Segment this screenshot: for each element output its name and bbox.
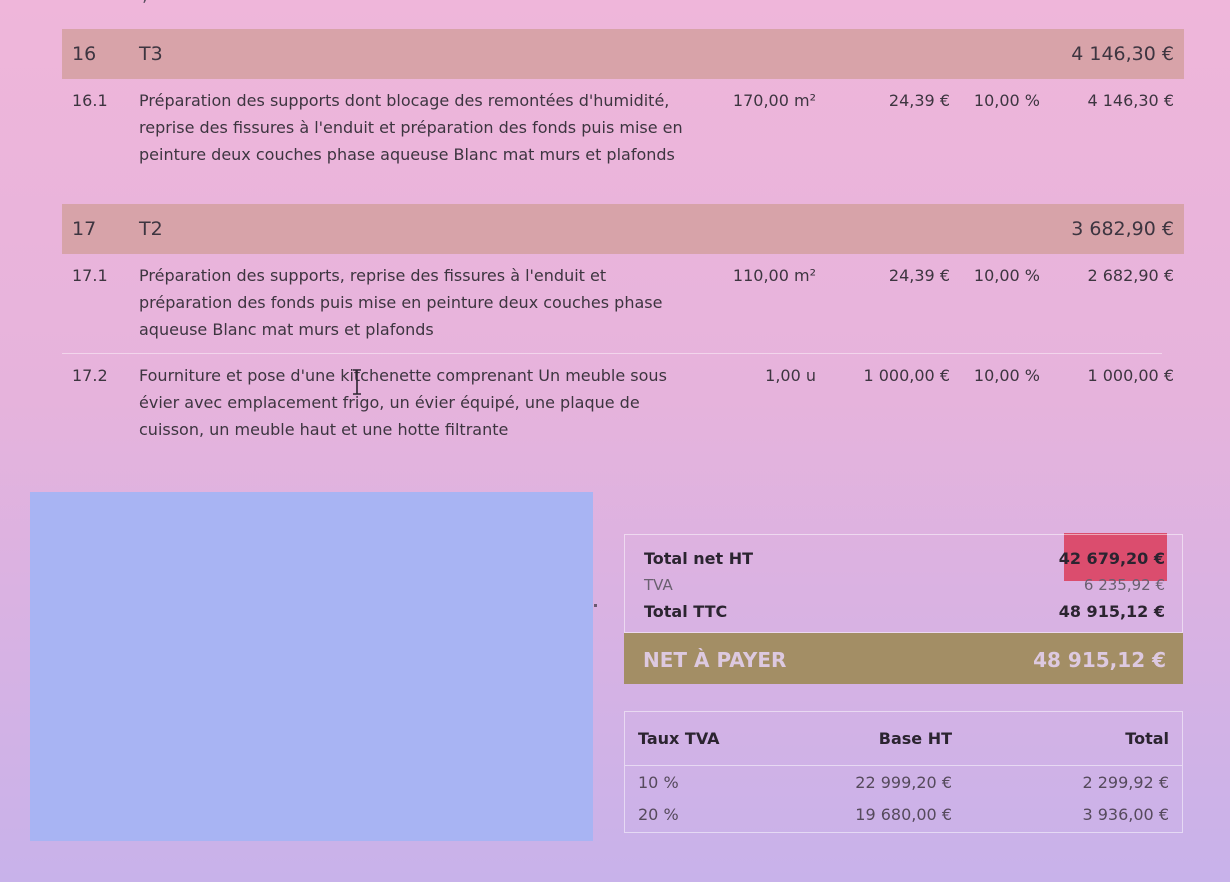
table-cell: 22 999,20 €	[855, 773, 952, 792]
item-number: 16.1	[72, 91, 108, 110]
item-unit-price: 1 000,00 €	[863, 366, 950, 385]
item-quantity: 110,00 m²	[732, 266, 816, 285]
table-cell: 10 %	[638, 773, 679, 792]
total-net-ht-value: 42 679,20 €	[1058, 549, 1165, 568]
vat-breakdown-table: Taux TVA Base HT Total 10 % 22 999,20 € …	[624, 711, 1183, 833]
text-cursor-icon	[353, 369, 361, 395]
table-cell: 20 %	[638, 805, 679, 824]
column-header-base: Base HT	[878, 729, 952, 748]
previous-row-remnant: ‚	[62, 0, 1184, 22]
section-amount: 3 682,90 €	[1071, 218, 1174, 240]
total-ttc-label: Total TTC	[644, 602, 728, 621]
tva-label: TVA	[644, 576, 673, 594]
item-description: Préparation des supports, reprise des fi…	[139, 266, 663, 339]
item-unit-price: 24,39 €	[888, 91, 950, 110]
section-title: T2	[139, 218, 163, 240]
header-divider	[625, 765, 1182, 766]
section-number: 17	[72, 218, 97, 240]
item-vat-rate: 10,00 %	[973, 91, 1040, 110]
table-cell: 19 680,00 €	[855, 805, 952, 824]
item-vat-rate: 10,00 %	[973, 266, 1040, 285]
net-a-payer-bar: NET À PAYER 48 915,12 €	[624, 633, 1183, 684]
totals-summary: Total net HT 42 679,20 € TVA 6 235,92 € …	[624, 534, 1183, 633]
table-cell: 2 299,92 €	[1082, 773, 1169, 792]
item-total: 4 146,30 €	[1087, 91, 1174, 110]
item-total: 2 682,90 €	[1087, 266, 1174, 285]
column-header-total: Total	[1125, 729, 1169, 748]
section-header-17: 17 T2 3 682,90 €	[62, 204, 1184, 254]
table-cell: 3 936,00 €	[1082, 805, 1169, 824]
total-ttc-value: 48 915,12 €	[1058, 602, 1165, 621]
section-title: T3	[139, 43, 163, 65]
item-number: 17.1	[72, 266, 108, 285]
column-header-rate: Taux TVA	[638, 729, 720, 748]
item-number: 17.2	[72, 366, 108, 385]
net-a-payer-label: NET À PAYER	[643, 648, 787, 672]
total-net-ht-label: Total net HT	[644, 549, 754, 568]
item-description: Préparation des supports dont blocage de…	[139, 91, 683, 164]
tva-value: 6 235,92 €	[1083, 576, 1165, 594]
item-unit-price: 24,39 €	[888, 266, 950, 285]
item-description: Fourniture et pose d'une kitchenette com…	[139, 366, 667, 439]
section-number: 16	[72, 43, 97, 65]
item-vat-rate: 10,00 %	[973, 366, 1040, 385]
net-a-payer-value: 48 915,12 €	[1033, 648, 1166, 672]
section-header-16: 16 T3 4 146,30 €	[62, 29, 1184, 79]
item-quantity: 1,00 u	[765, 366, 816, 385]
redacted-block	[30, 492, 593, 841]
row-divider	[62, 353, 1162, 354]
item-quantity: 170,00 m²	[732, 91, 816, 110]
section-amount: 4 146,30 €	[1071, 43, 1174, 65]
item-total: 1 000,00 €	[1087, 366, 1174, 385]
stray-mark	[594, 604, 597, 607]
